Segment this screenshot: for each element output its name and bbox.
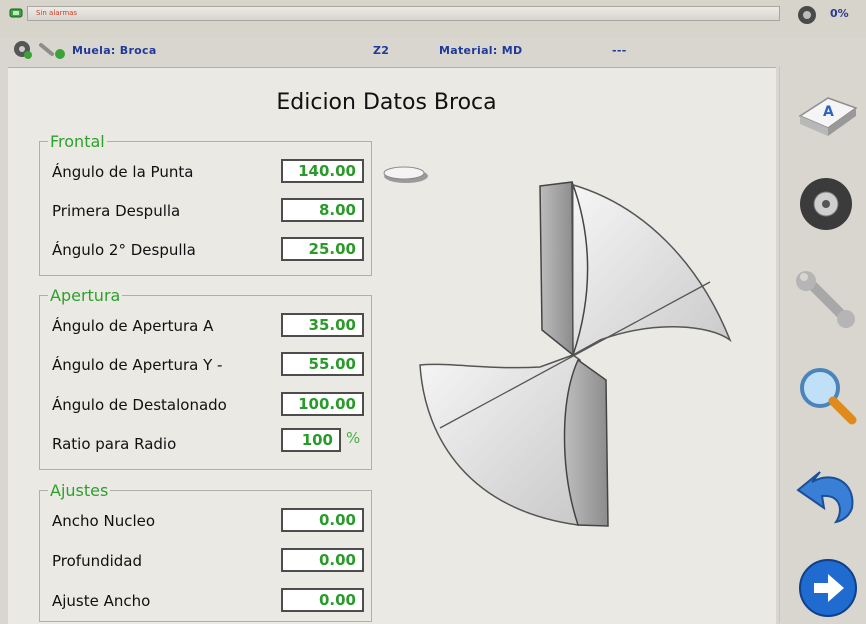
- extra-label: ---: [612, 44, 627, 57]
- tip-angle-input[interactable]: 140.00: [281, 159, 364, 183]
- width-adjust-input[interactable]: 0.00: [281, 588, 364, 612]
- first-relief-input[interactable]: 8.00: [281, 198, 364, 222]
- drill-cross-section-diagram: [419, 181, 732, 527]
- svg-text:A: A: [823, 104, 834, 120]
- wheel-label: Muela: Broca: [72, 44, 157, 57]
- cycle-dial-icon: [798, 6, 816, 24]
- apertura-group-title: Apertura: [48, 286, 123, 305]
- alarm-bell-icon[interactable]: [9, 7, 23, 19]
- alarm-message-bar[interactable]: Sin alarmas: [27, 6, 780, 21]
- core-width-input[interactable]: 0.00: [281, 508, 364, 532]
- wrench-icon[interactable]: [792, 265, 862, 335]
- z-label: Z2: [373, 44, 390, 57]
- opening-angle-y-label: Ángulo de Apertura Y -: [52, 356, 223, 374]
- right-sidebar: [779, 66, 866, 623]
- opening-angle-a-input[interactable]: 35.00: [281, 313, 364, 337]
- relief-angle-label: Ángulo de Destalonado: [52, 396, 227, 414]
- core-width-label: Ancho Nucleo: [52, 512, 156, 530]
- opening-angle-y-input[interactable]: 55.00: [281, 352, 364, 376]
- radius-ratio-input[interactable]: 100: [281, 428, 341, 452]
- second-relief-input[interactable]: 25.00: [281, 237, 364, 261]
- grinding-wheel-status-icon: [14, 41, 32, 59]
- undo-arrow-icon[interactable]: [792, 460, 862, 530]
- depth-input[interactable]: 0.00: [281, 548, 364, 572]
- relief-angle-input[interactable]: 100.00: [281, 392, 364, 416]
- page-title: Edicion Datos Broca: [276, 90, 497, 115]
- tool-status-icon: [39, 43, 65, 59]
- depth-label: Profundidad: [52, 552, 143, 570]
- radius-ratio-unit: %: [346, 429, 361, 447]
- next-arrow-icon[interactable]: [792, 552, 862, 622]
- radius-ratio-label: Ratio para Radio: [52, 435, 177, 453]
- width-adjust-label: Ajuste Ancho: [52, 592, 151, 610]
- first-relief-label: Primera Despulla: [52, 202, 181, 220]
- opening-angle-a-label: Ángulo de Apertura A: [52, 317, 214, 335]
- magnifier-icon[interactable]: [792, 360, 862, 430]
- grinding-wheel-icon[interactable]: [792, 168, 862, 238]
- frontal-group-title: Frontal: [48, 132, 107, 151]
- cycle-progress-percent: 0%: [830, 7, 849, 20]
- material-label: Material: MD: [439, 44, 523, 57]
- second-relief-label: Ángulo 2° Despulla: [52, 241, 196, 259]
- tip-angle-label: Ángulo de la Punta: [52, 163, 194, 181]
- ajustes-group-title: Ajustes: [48, 481, 111, 500]
- keyboard-key-icon[interactable]: A: [792, 78, 862, 148]
